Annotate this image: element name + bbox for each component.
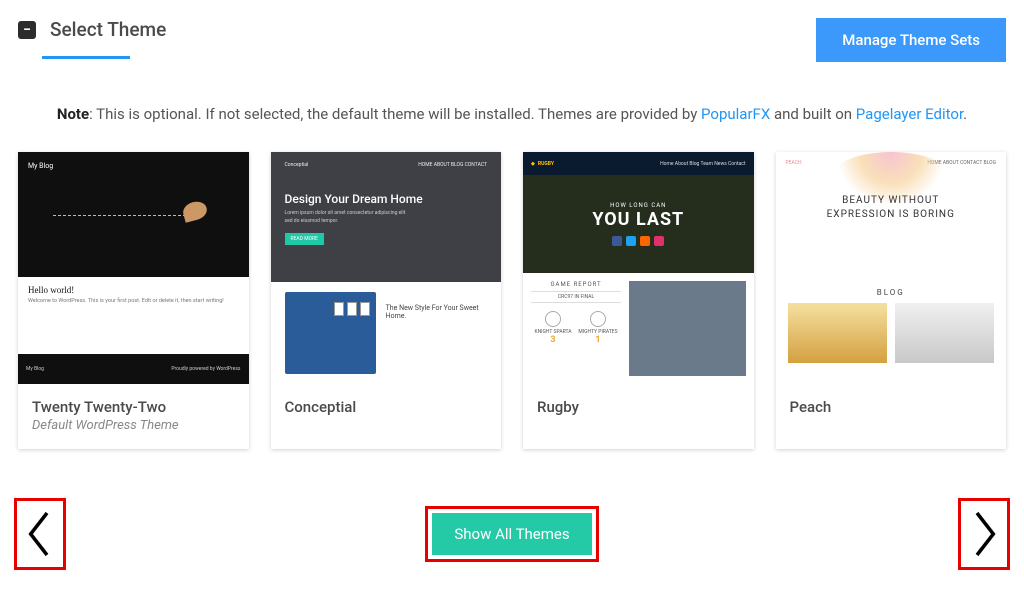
- theme-card-twenty-twenty-two[interactable]: My Blog Hello world! Welcome to WordPres…: [18, 152, 249, 449]
- preview-image: [788, 303, 887, 363]
- section-header: − Select Theme Manage Theme Sets: [0, 0, 1024, 62]
- theme-meta: Conceptial: [271, 384, 502, 432]
- show-all-highlight: Show All Themes: [425, 506, 598, 562]
- themes-row: My Blog Hello world! Welcome to WordPres…: [0, 138, 1024, 449]
- preview-brand: My Blog: [28, 162, 239, 170]
- game-report-label: GAME REPORT: [531, 281, 621, 288]
- theme-preview: My Blog Hello world! Welcome to WordPres…: [18, 152, 249, 384]
- instagram-icon: [654, 236, 664, 246]
- preview-nav: Home About Blog Team News Contact: [660, 161, 745, 167]
- preview-brand: Conceptial: [285, 162, 309, 168]
- theme-name: Rugby: [537, 398, 740, 416]
- theme-name: Conceptial: [285, 398, 488, 416]
- show-all-themes-button[interactable]: Show All Themes: [432, 513, 591, 555]
- note-label: Note: [57, 105, 89, 123]
- popularfx-link[interactable]: PopularFX: [701, 105, 770, 123]
- theme-subtitle: Default WordPress Theme: [32, 418, 235, 433]
- preview-footer-right: Proudly powered by WordPress: [171, 366, 240, 372]
- preview-text: Welcome to WordPress. This is your first…: [28, 298, 239, 306]
- team-badge-icon: [545, 311, 561, 327]
- theme-preview: ◆RUGBY Home About Blog Team News Contact…: [523, 152, 754, 384]
- preview-brand: PEACH: [786, 160, 802, 166]
- game-sub: CRC97 IN FINAL: [531, 291, 621, 303]
- tab-underline: [42, 56, 130, 59]
- preview-image: [629, 281, 745, 376]
- twitter-icon: [626, 236, 636, 246]
- bird-icon: [181, 199, 209, 223]
- preview-text: The New Style For Your Sweet Home.: [386, 292, 487, 374]
- bottom-controls: Show All Themes: [0, 498, 1024, 570]
- theme-preview: Conceptial HOME ABOUT BLOG CONTACT Desig…: [271, 152, 502, 384]
- team-badge-icon: [590, 311, 606, 327]
- prev-button[interactable]: [14, 498, 66, 570]
- preview-footer-left: My Blog: [26, 366, 44, 372]
- theme-card-rugby[interactable]: ◆RUGBY Home About Blog Team News Contact…: [523, 152, 754, 449]
- chevron-left-icon: [26, 510, 54, 558]
- theme-card-peach[interactable]: PEACH HOME ABOUT CONTACT BLOG BEAUTY WIT…: [776, 152, 1007, 449]
- preview-heading: Design Your Dream Home: [285, 192, 488, 206]
- preview-heading: YOU LAST: [592, 209, 684, 230]
- theme-meta: Twenty Twenty-Two Default WordPress Them…: [18, 384, 249, 449]
- facebook-icon: [612, 236, 622, 246]
- shield-icon: ◆: [531, 161, 535, 167]
- rss-icon: [640, 236, 650, 246]
- theme-card-conceptial[interactable]: Conceptial HOME ABOUT BLOG CONTACT Desig…: [271, 152, 502, 449]
- note-mid: and built on: [770, 105, 856, 123]
- theme-meta: Rugby: [523, 384, 754, 432]
- frame-icon: [347, 302, 357, 316]
- preview-brand: RUGBY: [538, 161, 554, 167]
- score-a: 3: [550, 335, 555, 345]
- pagelayer-link[interactable]: Pagelayer Editor: [856, 105, 963, 123]
- preview-image: [285, 292, 376, 374]
- note-after: .: [963, 105, 967, 123]
- frame-icon: [334, 302, 344, 316]
- preview-subtext: Lorem ipsum dolor sit amet consectetur a…: [285, 210, 407, 225]
- theme-name: Twenty Twenty-Two: [32, 398, 235, 416]
- frame-icon: [360, 302, 370, 316]
- preview-heading: Hello world!: [28, 285, 239, 295]
- note-text: Note: This is optional. If not selected,…: [0, 62, 1024, 138]
- header-left: − Select Theme: [18, 18, 166, 41]
- theme-preview: PEACH HOME ABOUT CONTACT BLOG BEAUTY WIT…: [776, 152, 1007, 384]
- manage-theme-sets-button[interactable]: Manage Theme Sets: [816, 18, 1006, 62]
- minus-square-icon[interactable]: −: [18, 21, 36, 39]
- blog-label: BLOG: [788, 288, 995, 297]
- chevron-right-icon: [970, 510, 998, 558]
- score-b: 1: [595, 335, 600, 345]
- preview-button: READ MORE: [285, 233, 324, 245]
- preview-heading-l2: EXPRESSION IS BORING: [827, 209, 955, 220]
- preview-heading-l1: BEAUTY WITHOUT: [842, 195, 939, 206]
- next-button[interactable]: [958, 498, 1010, 570]
- preview-image: [895, 303, 994, 363]
- theme-meta: Peach: [776, 384, 1007, 432]
- section-title: Select Theme: [50, 18, 166, 41]
- preview-nav: HOME ABOUT BLOG CONTACT: [418, 162, 487, 168]
- note-before: : This is optional. If not selected, the…: [89, 105, 701, 123]
- preview-small: HOW LONG CAN: [610, 202, 666, 209]
- theme-name: Peach: [790, 398, 993, 416]
- dotted-line-icon: [53, 215, 191, 216]
